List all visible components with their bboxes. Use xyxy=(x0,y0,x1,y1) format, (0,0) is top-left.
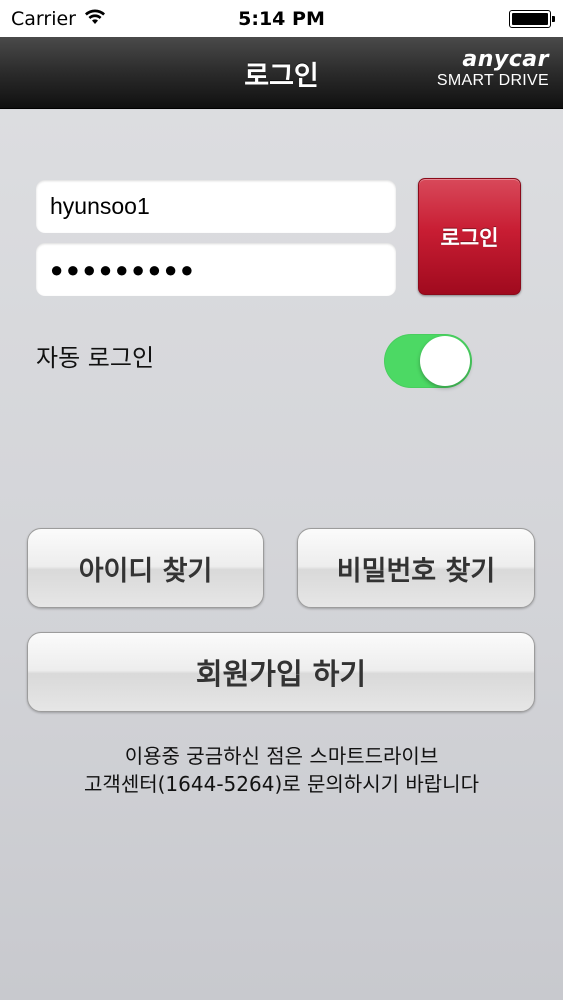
find-id-button[interactable]: 아이디 찾기 xyxy=(27,528,264,608)
customer-center-notice: 이용중 궁금하신 점은 스마트드라이브 고객센터(1644-5264)로 문의하… xyxy=(0,742,563,798)
status-left: Carrier xyxy=(11,8,106,30)
password-input[interactable]: ●●●●●●●●● xyxy=(36,243,396,296)
auto-login-label: 자동 로그인 xyxy=(36,344,155,372)
status-bar: Carrier 5:14 PM xyxy=(0,0,563,37)
auto-login-toggle[interactable] xyxy=(384,334,472,388)
anycar-logo: anycar SMART DRIVE xyxy=(437,49,549,91)
notice-line-1: 이용중 궁금하신 점은 스마트드라이브 xyxy=(124,744,439,768)
battery-icon xyxy=(509,9,555,28)
brand-name: anycar xyxy=(462,47,549,72)
carrier-label: Carrier xyxy=(11,7,76,30)
wifi-icon xyxy=(84,8,106,30)
find-password-button[interactable]: 비밀번호 찾기 xyxy=(297,528,535,608)
brand-subtitle: SMART DRIVE xyxy=(436,72,549,89)
navigation-bar: 로그인 anycar SMART DRIVE xyxy=(0,37,563,109)
signup-button[interactable]: 회원가입 하기 xyxy=(27,632,535,712)
user-id-input[interactable]: hyunsoo1 xyxy=(36,180,396,233)
notice-line-2: 고객센터(1644-5264)로 문의하시기 바랍니다 xyxy=(84,772,479,796)
login-button[interactable]: 로그인 xyxy=(418,178,521,295)
toggle-knob xyxy=(420,336,470,386)
